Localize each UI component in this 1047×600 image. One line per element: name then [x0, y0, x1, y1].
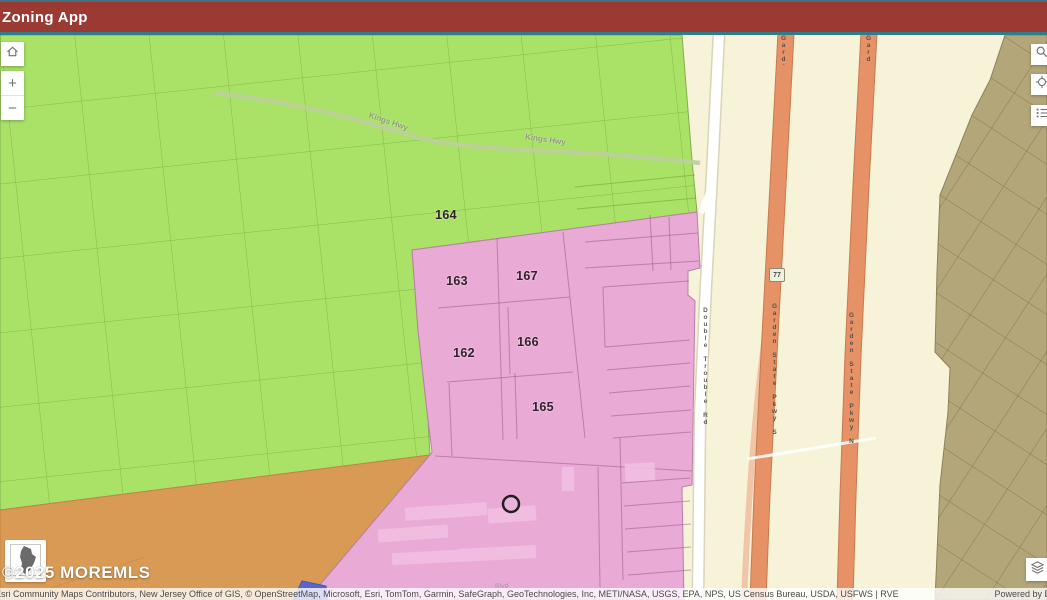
parcel-label-167: 167 [516, 269, 538, 283]
double-trouble-rd-label: Double Trouble Rd [701, 307, 710, 426]
zoom-control: + − [1, 71, 24, 120]
gsp-n-top-label: Garden State Pkwy N [864, 35, 873, 62]
parcel-label-163: 163 [446, 274, 468, 288]
home-icon [5, 44, 20, 64]
app-title: Zoning App [2, 9, 88, 26]
gsp-s-label: Garden State Pkwy S [770, 303, 779, 436]
gsp-n-top-label-clip: Garden State Pkwy N [864, 35, 876, 62]
zoom-in-button[interactable]: + [1, 71, 24, 95]
layers-icon [1030, 560, 1045, 580]
gsp-s-top-label-clip: Garden State Pkwy S [779, 35, 791, 65]
parcel-label-165: 165 [532, 400, 554, 414]
gsp-s-top-label: Garden State Pkwy S [779, 35, 788, 65]
parcel-label-164: 164 [435, 208, 457, 222]
parcel-label-162: 162 [453, 346, 475, 360]
powered-by-esri: Powered by Esri [994, 589, 1047, 599]
gsp-n-label: Garden State Pkwy N [847, 312, 856, 445]
location-marker[interactable] [503, 496, 519, 512]
app-header: Zoning App [0, 2, 1047, 32]
home-button[interactable] [1, 42, 24, 66]
search-icon [1035, 45, 1047, 64]
parcel-label-166: 166 [517, 335, 539, 349]
zoning-app-window: Zoning App [0, 0, 1047, 600]
locate-button[interactable] [1031, 74, 1047, 95]
copyright-watermark: ©2025 MOREMLS [2, 563, 150, 583]
legend-list-icon [1035, 106, 1047, 125]
locate-icon [1035, 75, 1047, 94]
route-77-shield: 77 [769, 268, 785, 282]
legend-button[interactable] [1031, 105, 1047, 126]
map-canvas[interactable] [0, 35, 1047, 600]
map-container[interactable]: 164 163 167 162 166 165 Kings Hwy Kings … [0, 35, 1047, 600]
attribution-bar: Esri Community Maps Contributors, New Je… [0, 588, 1047, 600]
search-button[interactable] [1031, 44, 1047, 65]
zoom-out-button[interactable]: − [1, 96, 24, 120]
basemap-layers-button[interactable] [1026, 558, 1047, 581]
attribution-sources: Esri Community Maps Contributors, New Je… [0, 589, 899, 599]
